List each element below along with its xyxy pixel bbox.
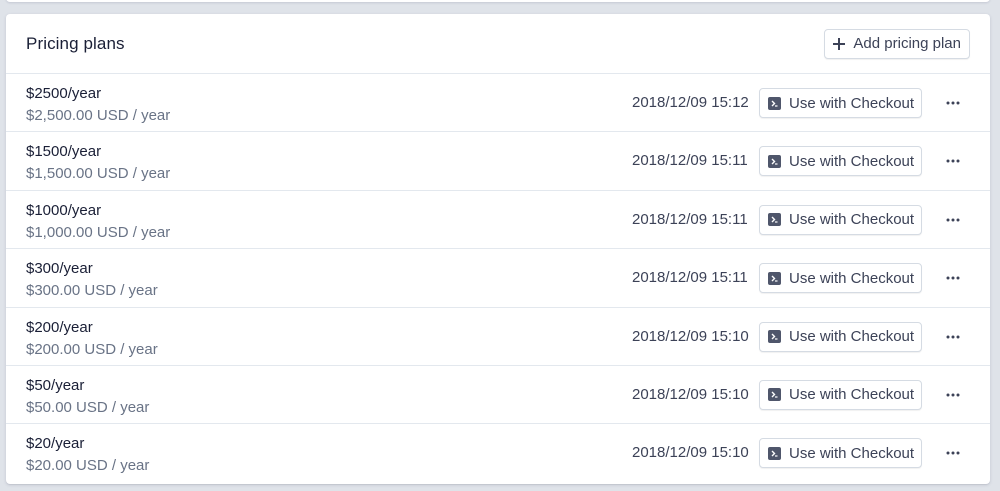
use-with-checkout-button[interactable]: Use with Checkout xyxy=(759,263,922,294)
use-with-checkout-button[interactable]: Use with Checkout xyxy=(759,88,922,118)
plan-created-date: 2018/12/09 15:11 xyxy=(632,269,748,287)
more-actions-button[interactable] xyxy=(943,152,963,170)
plan-price: $300.00 USD / year xyxy=(26,282,158,300)
plan-name: $300/year xyxy=(26,260,93,278)
pricing-plan-row[interactable]: $1500/year $1,500.00 USD / year 2018/12/… xyxy=(6,132,990,191)
pricing-plan-row[interactable]: $200/year $200.00 USD / year 2018/12/09 … xyxy=(6,308,990,366)
plan-name: $50/year xyxy=(26,376,85,394)
use-with-checkout-button[interactable]: Use with Checkout xyxy=(759,204,922,235)
more-horizontal-icon xyxy=(946,393,960,397)
pricing-plan-row[interactable]: $20/year $20.00 USD / year 2018/12/09 15… xyxy=(6,424,990,482)
more-horizontal-icon xyxy=(946,218,960,222)
more-horizontal-icon xyxy=(946,451,960,455)
more-actions-button[interactable] xyxy=(943,269,963,287)
terminal-icon xyxy=(768,446,781,460)
previous-card-edge xyxy=(6,0,990,2)
pricing-plan-row[interactable]: $2500/year $2,500.00 USD / year 2018/12/… xyxy=(6,74,990,133)
more-actions-button[interactable] xyxy=(943,444,963,462)
plan-price: $200.00 USD / year xyxy=(26,340,158,358)
plan-created-date: 2018/12/09 15:10 xyxy=(632,444,749,462)
more-horizontal-icon xyxy=(946,335,960,339)
section-title: Pricing plans xyxy=(26,33,125,53)
use-with-checkout-label: Use with Checkout xyxy=(789,269,915,287)
use-with-checkout-label: Use with Checkout xyxy=(789,211,915,229)
terminal-icon xyxy=(768,330,781,344)
terminal-icon xyxy=(768,271,781,285)
terminal-icon xyxy=(768,96,781,110)
pricing-plan-list: $2500/year $2,500.00 USD / year 2018/12/… xyxy=(6,74,990,483)
pricing-plan-row[interactable]: $300/year $300.00 USD / year 2018/12/09 … xyxy=(6,249,990,308)
plan-created-date: 2018/12/09 15:10 xyxy=(632,327,749,345)
more-horizontal-icon xyxy=(946,276,960,280)
terminal-icon xyxy=(768,213,781,227)
plan-price: $20.00 USD / year xyxy=(26,457,150,475)
plus-icon xyxy=(833,37,846,50)
more-horizontal-icon xyxy=(946,159,960,163)
use-with-checkout-label: Use with Checkout xyxy=(789,328,915,346)
card-header: Pricing plans Add pricing plan xyxy=(6,14,990,74)
plan-created-date: 2018/12/09 15:10 xyxy=(632,385,749,403)
more-actions-button[interactable] xyxy=(943,328,963,346)
more-horizontal-icon xyxy=(946,101,960,105)
plan-created-date: 2018/12/09 15:12 xyxy=(632,94,749,111)
use-with-checkout-button[interactable]: Use with Checkout xyxy=(759,438,922,469)
plan-price: $1,000.00 USD / year xyxy=(26,223,171,241)
terminal-icon xyxy=(768,154,781,168)
use-with-checkout-label: Use with Checkout xyxy=(789,444,915,462)
use-with-checkout-label: Use with Checkout xyxy=(789,152,915,170)
more-actions-button[interactable] xyxy=(943,386,963,404)
use-with-checkout-button[interactable]: Use with Checkout xyxy=(759,146,922,177)
plan-name: $200/year xyxy=(26,318,93,336)
use-with-checkout-button[interactable]: Use with Checkout xyxy=(759,379,922,410)
terminal-icon xyxy=(768,388,781,402)
plan-name: $20/year xyxy=(26,435,85,453)
plan-price: $2,500.00 USD / year xyxy=(26,107,171,124)
add-pricing-plan-label: Add pricing plan xyxy=(853,35,961,52)
more-actions-button[interactable] xyxy=(943,94,963,112)
plan-name: $2500/year xyxy=(26,85,102,102)
plan-created-date: 2018/12/09 15:11 xyxy=(632,152,748,170)
pricing-plan-row[interactable]: $1000/year $1,000.00 USD / year 2018/12/… xyxy=(6,191,990,250)
use-with-checkout-label: Use with Checkout xyxy=(789,94,915,112)
more-actions-button[interactable] xyxy=(943,211,963,229)
plan-name: $1000/year xyxy=(26,201,102,219)
plan-created-date: 2018/12/09 15:11 xyxy=(632,210,748,228)
use-with-checkout-label: Use with Checkout xyxy=(789,386,915,404)
pricing-plans-card: Pricing plans Add pricing plan $2500/yea… xyxy=(6,14,990,484)
plan-price: $1,500.00 USD / year xyxy=(26,165,171,183)
use-with-checkout-button[interactable]: Use with Checkout xyxy=(759,321,922,352)
plan-name: $1500/year xyxy=(26,143,102,161)
pricing-plan-row[interactable]: $50/year $50.00 USD / year 2018/12/09 15… xyxy=(6,366,990,425)
add-pricing-plan-button[interactable]: Add pricing plan xyxy=(824,28,970,59)
plan-price: $50.00 USD / year xyxy=(26,398,150,416)
